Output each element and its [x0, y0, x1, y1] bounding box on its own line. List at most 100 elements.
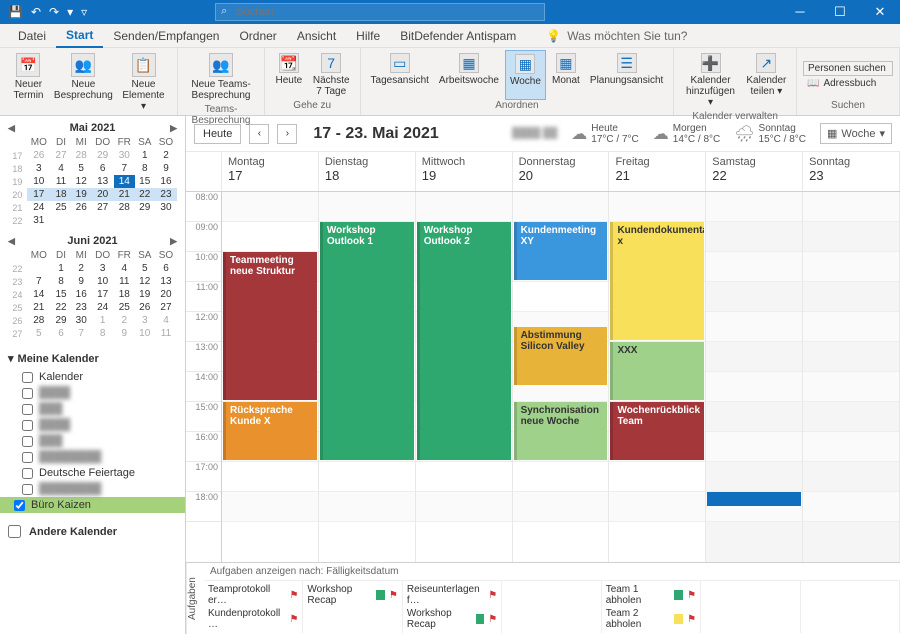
today-icon: 📆 [279, 53, 299, 73]
day-header[interactable]: Montag17 [222, 152, 319, 191]
tab-hilfe[interactable]: Hilfe [346, 25, 390, 47]
day-column[interactable]: Teammeeting neue StrukturRücksprache Kun… [222, 192, 319, 562]
calendar-icon: ▦ [827, 127, 837, 140]
qat-more-icon[interactable]: ▾ [67, 5, 73, 19]
view-selector[interactable]: ▦Woche▾ [820, 123, 892, 144]
search-input[interactable] [215, 3, 545, 21]
task-item[interactable]: Workshop Recap⚑ [407, 607, 497, 631]
tab-start[interactable]: Start [56, 24, 103, 48]
save-icon[interactable]: 💾 [8, 5, 23, 19]
event[interactable]: Teammeeting neue Struktur [223, 252, 317, 400]
today-button[interactable]: Heute [194, 124, 241, 144]
minimize-button[interactable]: ─ [780, 4, 820, 20]
close-button[interactable]: ✕ [860, 4, 900, 20]
day-header[interactable]: Mittwoch19 [416, 152, 513, 191]
qat-overflow-icon[interactable]: ▿ [81, 5, 87, 19]
day-column[interactable] [706, 192, 803, 562]
day-header[interactable]: Dienstag18 [319, 152, 416, 191]
goto-today-button[interactable]: 📆Heute [271, 50, 307, 100]
cal-buero-kaizen[interactable]: Büro Kaizen [0, 497, 185, 513]
next7-button[interactable]: 7Nächste 7 Tage [309, 50, 354, 100]
event[interactable]: Workshop Outlook 2 [417, 222, 511, 460]
cal-item-hidden2[interactable]: ███ [8, 401, 177, 417]
tasks-label: Aufgaben [186, 563, 204, 634]
tab-bitdefender[interactable]: BitDefender Antispam [390, 25, 526, 47]
cal-kalender[interactable]: Kalender [8, 369, 177, 385]
tab-senden[interactable]: Senden/Empfangen [103, 25, 229, 47]
cal-item-hidden6[interactable]: ████████ [8, 481, 177, 497]
ribbon: 📅Neuer Termin 👥Neue Besprechung 📋Neue El… [0, 48, 900, 116]
cal-feiertage[interactable]: Deutsche Feiertage [8, 465, 177, 481]
chevron-icon: ▾ [8, 352, 14, 365]
tasks-header[interactable]: Aufgaben anzeigen nach: Fälligkeitsdatum [204, 563, 900, 581]
task-item[interactable]: Teamprotokoll er…⚑ [208, 583, 298, 607]
allday-event[interactable] [707, 492, 801, 506]
week-icon: 7 [321, 53, 341, 73]
schedule-view-button[interactable]: ☰Planungsansicht [586, 50, 667, 100]
task-item[interactable]: Kundenprotokoll …⚑ [208, 607, 298, 631]
week-view-button[interactable]: ▦Woche [505, 50, 546, 100]
search-box[interactable]: ⌕ [215, 3, 545, 21]
tab-ansicht[interactable]: Ansicht [287, 25, 346, 47]
minical-may[interactable]: ◀Mai 2021▶MODIMIDOFRSASO1726272829301218… [0, 116, 185, 229]
share-calendar-button[interactable]: ↗Kalender teilen ▾ [743, 50, 790, 111]
day-header[interactable]: Samstag22 [706, 152, 803, 191]
day-header[interactable]: Freitag21 [609, 152, 706, 191]
workweek-view-button[interactable]: ▦Arbeitswoche [435, 50, 503, 100]
maximize-button[interactable]: ☐ [820, 4, 860, 20]
bulb-icon: 💡 [546, 29, 561, 43]
tab-datei[interactable]: Datei [8, 25, 56, 47]
month-view-button[interactable]: ▦Monat [548, 50, 584, 100]
event[interactable]: Abstimmung Silicon Valley [514, 327, 608, 385]
redo-icon[interactable]: ↷ [49, 5, 59, 19]
event[interactable]: Rücksprache Kunde X [223, 402, 317, 460]
event[interactable]: Wochenrückblick Team [610, 402, 704, 460]
new-appointment-button[interactable]: 📅Neuer Termin [6, 50, 51, 115]
workweek-icon: ▦ [459, 53, 479, 73]
day-column[interactable]: Workshop Outlook 1 [319, 192, 416, 562]
tab-ordner[interactable]: Ordner [229, 25, 286, 47]
tell-me[interactable]: 💡Was möchten Sie tun? [546, 29, 687, 43]
other-calendars-group[interactable]: Andere Kalender [8, 521, 177, 542]
cal-item-hidden5[interactable]: ████████ [8, 449, 177, 465]
share-icon: ↗ [756, 53, 776, 73]
day-view-button[interactable]: ▭Tagesansicht [367, 50, 433, 100]
time-grid[interactable]: 08:0009:0010:0011:0012:0013:0014:0015:00… [186, 192, 900, 562]
new-meeting-button[interactable]: 👥Neue Besprechung [53, 50, 114, 115]
calendar-list: ▾Meine Kalender Kalender ████ ███ ████ █… [0, 342, 185, 548]
undo-icon[interactable]: ↶ [31, 5, 41, 19]
addressbook-button[interactable]: 📖Adressbuch [803, 77, 893, 90]
new-items-button[interactable]: 📋Neue Elemente ▾ [116, 50, 171, 115]
add-cal-icon: ➕ [701, 53, 721, 73]
add-calendar-button[interactable]: ➕Kalender hinzufügen ▾ [680, 50, 740, 111]
event[interactable]: XXX [610, 342, 704, 400]
task-item[interactable]: Team 2 abholen⚑ [606, 607, 696, 631]
weather-bar: ████ ██ ☁Heute17°C / 7°C ☁Morgen14°C / 8… [512, 123, 892, 145]
meeting-icon: 👥 [71, 53, 95, 77]
cal-item-hidden3[interactable]: ████ [8, 417, 177, 433]
minical-june[interactable]: ◀Juni 2021▶MODIMIDOFRSASO221234562378910… [0, 229, 185, 342]
sidebar: ◀Mai 2021▶MODIMIDOFRSASO1726272829301218… [0, 116, 186, 634]
ribbon-tabs: Datei Start Senden/Empfangen Ordner Ansi… [0, 24, 900, 48]
task-item[interactable]: Team 1 abholen⚑ [606, 583, 696, 607]
day-column[interactable]: Kundendokumentation xXXXWochenrückblick … [609, 192, 706, 562]
day-header[interactable]: Donnerstag20 [513, 152, 610, 191]
cal-item-hidden1[interactable]: ████ [8, 385, 177, 401]
event[interactable]: Kundenmeeting XY [514, 222, 608, 280]
day-column[interactable]: Kundenmeeting XY Abstimmung Silicon Valle… [513, 192, 610, 562]
next-week-button[interactable]: › [277, 124, 297, 144]
date-range: 17 - 23. Mai 2021 [313, 125, 438, 143]
task-item[interactable]: Workshop Recap⚑ [307, 583, 397, 607]
teams-meeting-button[interactable]: 👥Neue Teams- Besprechung [184, 50, 258, 104]
search-people-input[interactable]: Personen suchen [803, 61, 893, 76]
day-column[interactable] [803, 192, 900, 562]
prev-week-button[interactable]: ‹ [249, 124, 269, 144]
task-item[interactable]: Reiseunterlagen f…⚑ [407, 583, 497, 607]
cal-item-hidden4[interactable]: ███ [8, 433, 177, 449]
event[interactable]: Workshop Outlook 1 [320, 222, 414, 460]
my-calendars-group[interactable]: ▾Meine Kalender [8, 348, 177, 369]
event[interactable]: Synchronisation neue Woche [514, 402, 608, 460]
event[interactable]: Kundendokumentation x [610, 222, 704, 340]
day-header[interactable]: Sonntag23 [803, 152, 900, 191]
day-column[interactable]: Workshop Outlook 2 [416, 192, 513, 562]
